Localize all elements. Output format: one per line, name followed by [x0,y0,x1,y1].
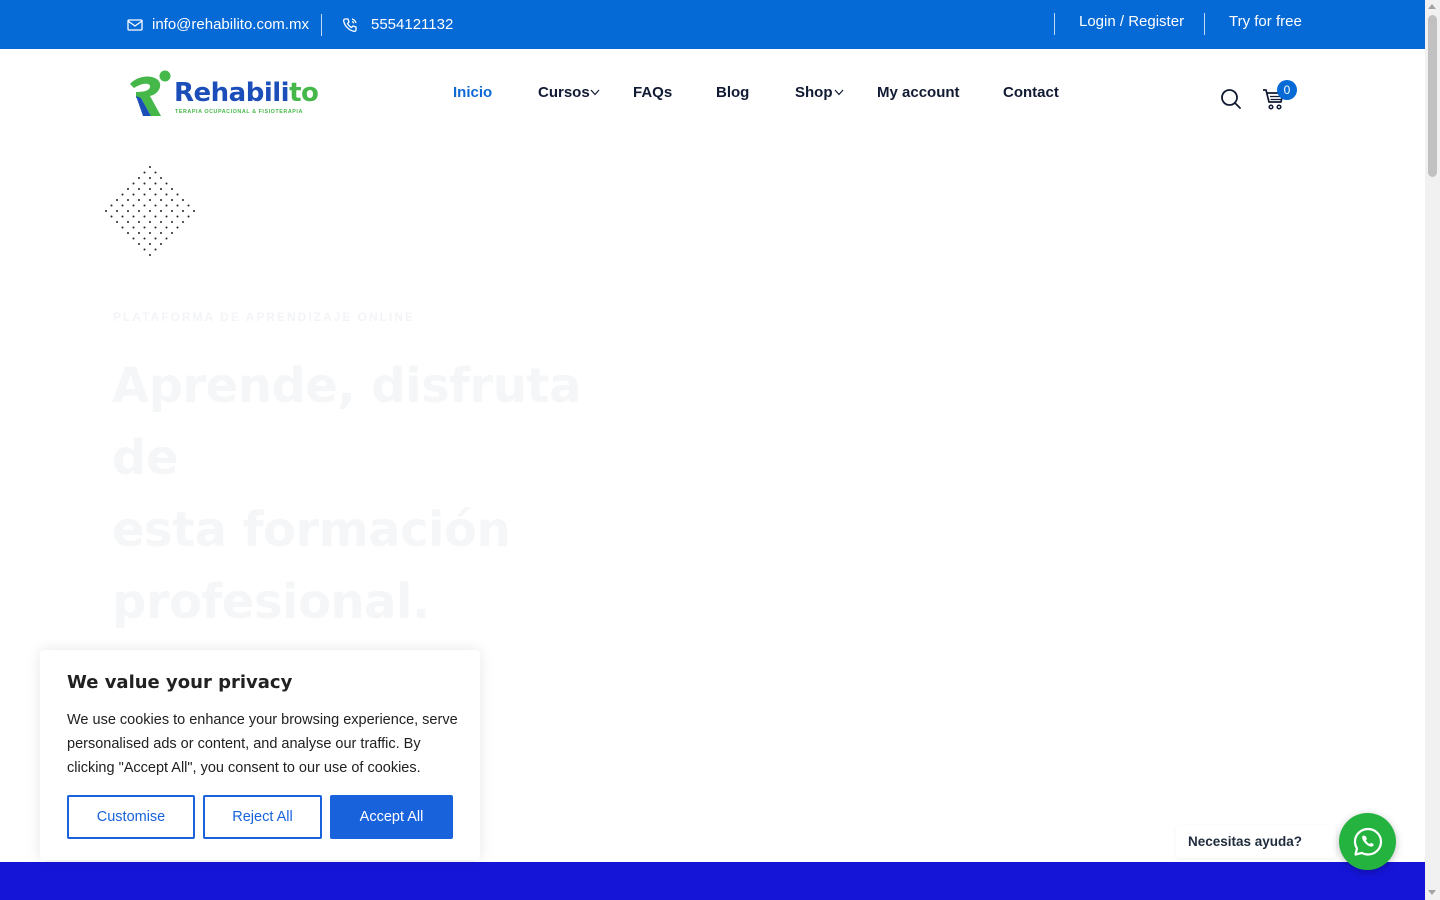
chevron-down-icon[interactable] [834,89,844,96]
search-icon [1221,89,1241,109]
phone-icon [342,17,358,33]
hero-title: Aprende, disfruta de esta formación prof… [112,350,632,638]
phone-contact[interactable]: 5554121132 [342,0,453,49]
chevron-down-icon[interactable] [590,89,600,96]
logo-tagline: TERAPIA OCUPACIONAL & FISIOTERAPIA [175,109,303,115]
divider [1204,13,1205,35]
cookie-title: We value your privacy [67,672,293,693]
reject-all-button[interactable]: Reject All [203,795,322,839]
site-header: Rehabilito TERAPIA OCUPACIONAL & FISIOTE… [0,49,1425,141]
nav-shop[interactable]: Shop [795,84,833,101]
logo-wordmark: Rehabilito [174,78,319,108]
envelope-icon [127,18,143,32]
email-contact[interactable]: info@rehabilito.com.mx [127,0,309,49]
divider [1054,13,1055,35]
divider [321,14,322,36]
site-logo[interactable]: Rehabilito TERAPIA OCUPACIONAL & FISIOTE… [127,70,319,120]
hero-title-line: Aprende, disfruta de [112,358,581,486]
customise-button[interactable]: Customise [67,795,195,839]
nav-blog[interactable]: Blog [716,84,749,101]
nav-faqs[interactable]: FAQs [633,84,672,101]
top-bar: info@rehabilito.com.mx 5554121132 Login … [0,0,1425,49]
login-register-link[interactable]: Login / Register [1079,0,1184,46]
try-for-free-link[interactable]: Try for free [1229,0,1302,46]
cookie-consent-banner: We value your privacy We use cookies to … [40,650,480,860]
email-text: info@rehabilito.com.mx [152,16,309,33]
logo-mark-icon [130,70,171,116]
hero-title-line: profesional. [112,574,430,630]
nav-contact[interactable]: Contact [1003,84,1059,101]
decorative-dot-pattern [105,166,195,256]
accept-all-button[interactable]: Accept All [330,795,453,839]
nav-cursos[interactable]: Cursos [538,84,590,101]
page-scrollbar[interactable] [1425,0,1440,900]
scroll-down-arrow-icon[interactable] [1428,890,1436,895]
whatsapp-help-label[interactable]: Necesitas ayuda? [1176,825,1336,858]
whatsapp-button[interactable] [1339,813,1396,870]
cookie-text: We use cookies to enhance your browsing … [67,712,458,776]
scroll-up-arrow-icon[interactable] [1428,4,1436,9]
hero-kicker: PLATAFORMA DE APRENDIZAJE ONLINE [113,310,416,324]
search-button[interactable] [1220,88,1242,115]
nav-my-account[interactable]: My account [877,84,960,101]
bottom-section-band [0,862,1425,900]
nav-inicio[interactable]: Inicio [453,84,492,101]
scrollbar-thumb[interactable] [1428,15,1437,177]
cart-count-badge: 0 [1277,80,1297,100]
phone-text: 5554121132 [371,16,454,33]
whatsapp-icon [1353,827,1382,856]
hero-title-line: esta formación [112,502,511,558]
